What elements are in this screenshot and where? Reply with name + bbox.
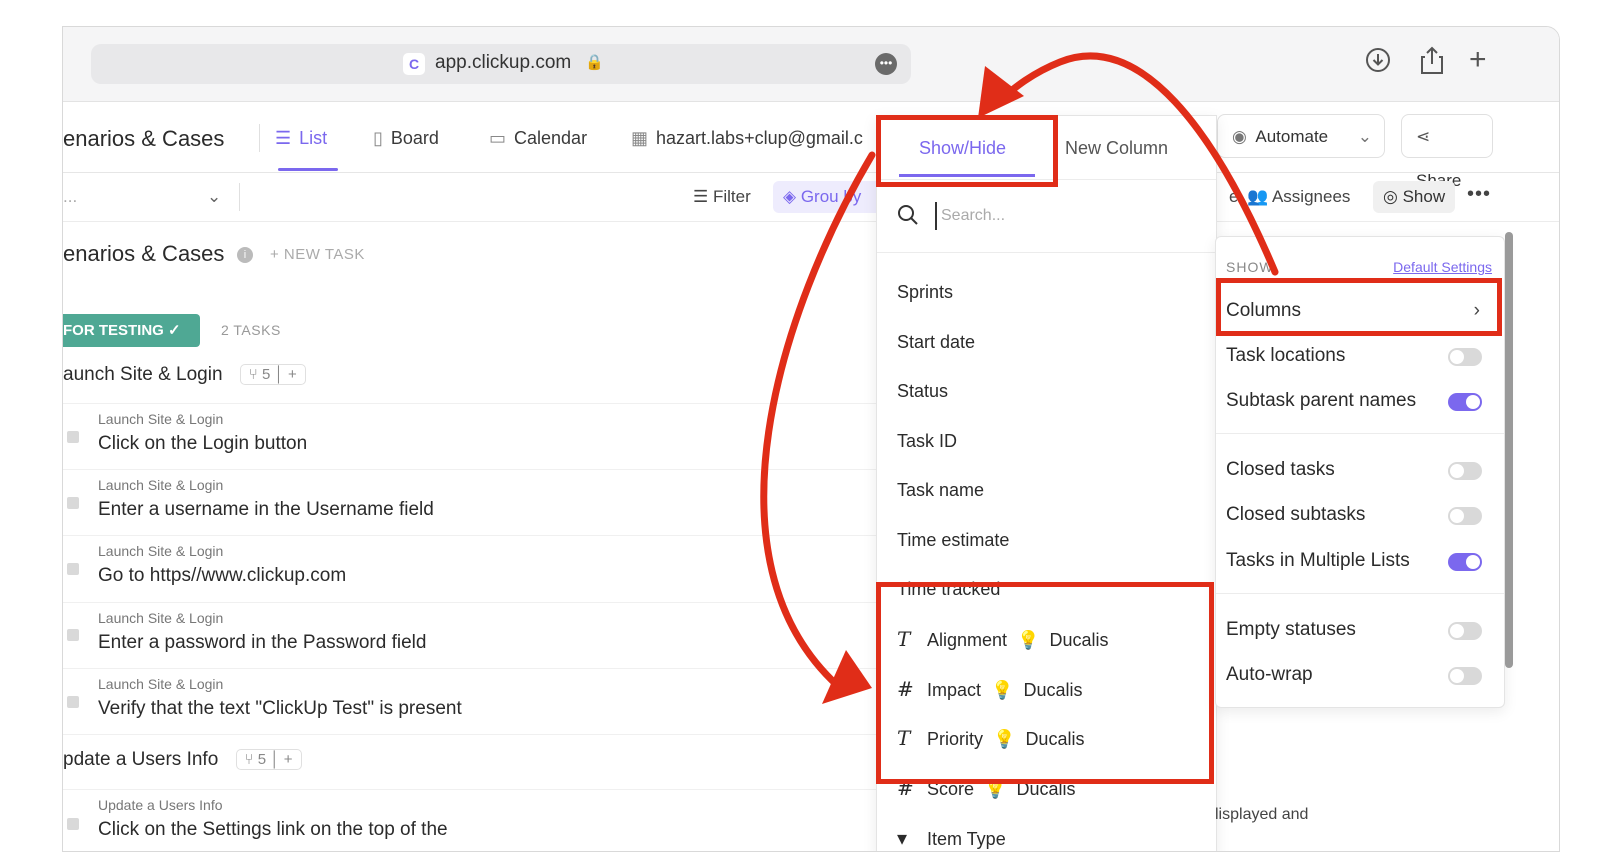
arrow-head-top xyxy=(978,66,1024,118)
arrow-showhide-to-fields xyxy=(760,151,876,690)
annotation-arrows xyxy=(760,52,1279,704)
arrow-columns-to-showhide xyxy=(996,52,1279,276)
